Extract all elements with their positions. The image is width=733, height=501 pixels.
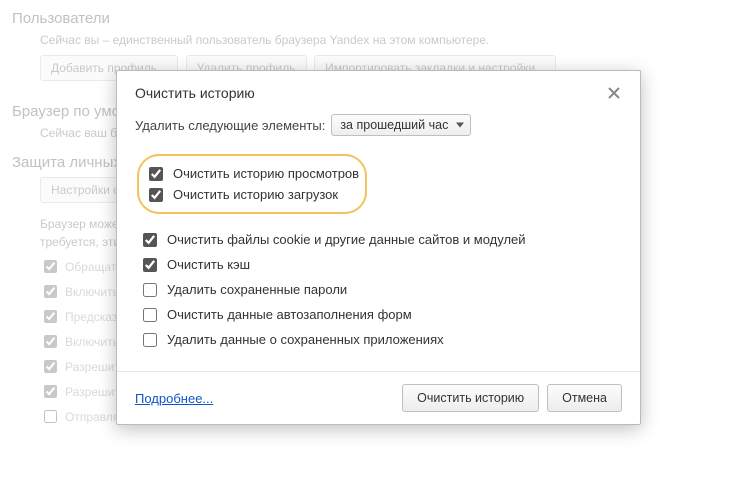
- option-autofill-label: Очистить данные автозаполнения форм: [167, 307, 412, 322]
- option-download-history-label: Очистить историю загрузок: [173, 187, 338, 202]
- option-autofill-checkbox[interactable]: [143, 308, 157, 322]
- chevron-down-icon: [456, 123, 464, 128]
- cancel-button[interactable]: Отмена: [547, 384, 622, 412]
- option-download-history[interactable]: Очистить историю загрузок: [149, 187, 359, 202]
- option-browsing-history-label: Очистить историю просмотров: [173, 166, 359, 181]
- option-app-data-label: Удалить данные о сохраненных приложениях: [167, 332, 444, 347]
- option-browsing-history[interactable]: Очистить историю просмотров: [149, 166, 359, 181]
- delete-range-label: Удалить следующие элементы:: [135, 118, 325, 133]
- clear-history-button[interactable]: Очистить историю: [402, 384, 539, 412]
- option-passwords-checkbox[interactable]: [143, 283, 157, 297]
- option-cookies[interactable]: Очистить файлы cookie и другие данные са…: [143, 232, 622, 247]
- option-cookies-label: Очистить файлы cookie и другие данные са…: [167, 232, 526, 247]
- option-download-history-checkbox[interactable]: [149, 188, 163, 202]
- time-range-value: за прошедший час: [340, 118, 448, 132]
- option-app-data-checkbox[interactable]: [143, 333, 157, 347]
- option-cache-checkbox[interactable]: [143, 258, 157, 272]
- option-cookies-checkbox[interactable]: [143, 233, 157, 247]
- close-icon[interactable]: [606, 85, 622, 104]
- option-autofill[interactable]: Очистить данные автозаполнения форм: [143, 307, 622, 322]
- option-cache[interactable]: Очистить кэш: [143, 257, 622, 272]
- dialog-title: Очистить историю: [135, 85, 255, 101]
- option-app-data[interactable]: Удалить данные о сохраненных приложениях: [143, 332, 622, 347]
- option-cache-label: Очистить кэш: [167, 257, 250, 272]
- option-passwords[interactable]: Удалить сохраненные пароли: [143, 282, 622, 297]
- option-browsing-history-checkbox[interactable]: [149, 167, 163, 181]
- highlighted-options: Очистить историю просмотров Очистить ист…: [137, 154, 367, 214]
- option-passwords-label: Удалить сохраненные пароли: [167, 282, 347, 297]
- learn-more-link[interactable]: Подробнее...: [135, 391, 213, 406]
- clear-history-dialog: Очистить историю Удалить следующие элеме…: [116, 70, 641, 425]
- time-range-select[interactable]: за прошедший час: [331, 114, 471, 136]
